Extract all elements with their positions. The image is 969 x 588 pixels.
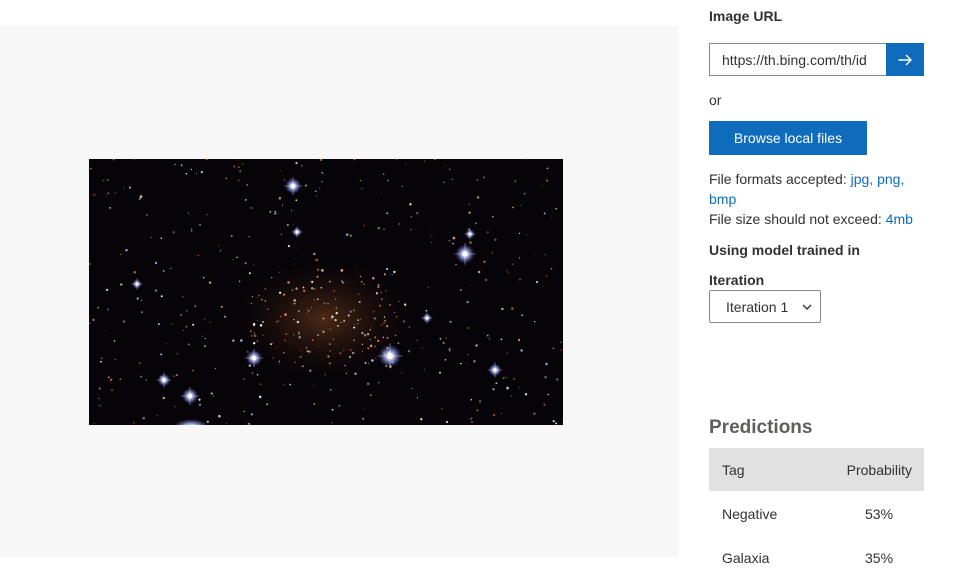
column-header-probability: Probability xyxy=(846,462,912,478)
image-url-label: Image URL xyxy=(709,8,783,24)
upload-panel: Image URL or Browse local files File for… xyxy=(709,0,929,588)
arrow-right-icon xyxy=(898,54,912,65)
tag-cell: Negative xyxy=(722,506,778,522)
model-trained-label: Using model trained in xyxy=(709,242,860,258)
image-url-input[interactable] xyxy=(709,43,886,76)
image-preview-area xyxy=(0,26,679,557)
formats-label: File formats accepted: xyxy=(709,171,851,187)
size-link[interactable]: 4mb xyxy=(886,211,913,227)
starfield-image xyxy=(89,159,563,425)
probability-cell: 35% xyxy=(865,550,894,566)
predictions-title: Predictions xyxy=(709,417,813,438)
table-header: Tag Probability xyxy=(709,448,924,491)
column-header-tag: Tag xyxy=(722,462,745,478)
table-row: Galaxia 35% xyxy=(709,535,924,579)
table-row: Negative 53% xyxy=(709,491,924,535)
predictions-table: Tag Probability Negative 53% Galaxia 35% xyxy=(709,448,924,579)
tag-cell: Galaxia xyxy=(722,550,770,566)
iteration-label: Iteration xyxy=(709,272,765,288)
size-label: File size should not exceed: xyxy=(709,211,886,227)
chevron-down-icon xyxy=(802,304,812,310)
file-requirements: File formats accepted: jpg, png, bmp Fil… xyxy=(709,169,929,229)
probability-cell: 53% xyxy=(865,506,894,522)
or-separator: or xyxy=(709,92,722,108)
submit-url-button[interactable] xyxy=(886,43,924,76)
iteration-selected-value: Iteration 1 xyxy=(726,298,789,315)
iteration-dropdown[interactable]: Iteration 1 xyxy=(709,290,821,323)
preview-image xyxy=(89,159,563,425)
image-url-group xyxy=(709,43,924,76)
browse-local-files-button[interactable]: Browse local files xyxy=(709,121,867,155)
